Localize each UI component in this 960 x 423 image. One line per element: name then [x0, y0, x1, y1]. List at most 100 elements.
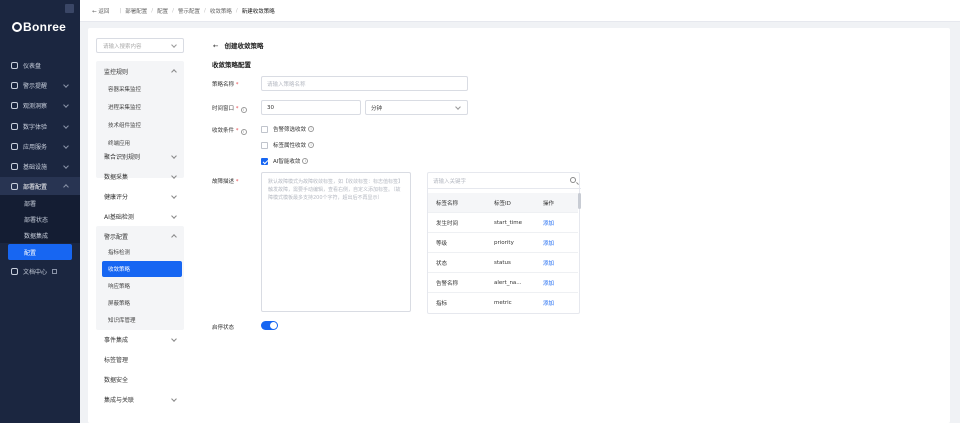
chevron-down-icon [171, 153, 177, 159]
add-tag-link[interactable]: 添加 [543, 299, 554, 307]
help-icon[interactable]: i [240, 129, 247, 135]
menu-subitem-metric-detection[interactable]: 指标检测 [102, 244, 182, 260]
menu-item-event-integration[interactable]: 事件集成 [96, 329, 184, 349]
logo-mark-icon [12, 22, 22, 32]
chevron-up-icon [171, 234, 177, 240]
time-unit-select[interactable]: 分钟 [365, 100, 468, 115]
checkbox-alert-filter[interactable]: 告警筛选收敛 i [261, 125, 315, 133]
menu-item-data-collection[interactable]: 数据采集 [96, 166, 184, 186]
convergence-condition-label: 收敛条件 * i [212, 126, 247, 135]
fault-description-label: 故障描述 * [212, 179, 239, 185]
help-icon[interactable]: i [308, 126, 315, 132]
menu-search-select[interactable]: 请输入搜索内容 [96, 38, 184, 53]
add-tag-link[interactable]: 添加 [543, 239, 554, 247]
menu-item-integration-relation[interactable]: 集成与关联 [96, 389, 184, 409]
chevron-up-icon [171, 69, 177, 75]
sidebar-item-dashboard[interactable]: 仪表盘 [0, 56, 80, 74]
menu-item-alert-config[interactable]: 警示配置 [96, 226, 184, 246]
chevron-down-icon [63, 82, 69, 88]
sidebar-item-infrastructure[interactable]: 基础设施 [0, 157, 80, 175]
table-row: 状态 status 添加 [428, 253, 578, 273]
table-header: 标签名称 标签ID 操作 [428, 193, 578, 213]
chevron-down-icon [63, 123, 69, 129]
checkbox-tag-attribute[interactable]: 标签属性收敛 i [261, 141, 315, 149]
menu-subitem-convergence-policy[interactable]: 收敛策略 [102, 261, 182, 277]
add-tag-link[interactable]: 添加 [543, 219, 554, 227]
tag-search-input[interactable]: 请输入关键字 [428, 173, 581, 189]
fault-description-textarea[interactable]: 默认故障模式为故障收敛标签，如【收敛标签：标志值标签】触发故障，需要手动编辑，查… [261, 172, 411, 312]
chevron-down-icon [171, 173, 177, 179]
server-icon [11, 162, 18, 170]
page-title: ← 创建收敛策略 [213, 42, 264, 50]
menu-item-tag-management[interactable]: 标签管理 [96, 349, 184, 369]
wrench-icon [11, 182, 18, 190]
time-window-input[interactable]: 30 [261, 100, 361, 115]
sidebar-item-alerts[interactable]: 警示提醒 [0, 76, 80, 94]
table-row: 发生时间 start_time 添加 [428, 213, 578, 233]
checkbox-ai-smart[interactable]: AI智能收敛 i [261, 157, 309, 165]
help-icon[interactable]: i [302, 158, 309, 164]
chevron-up-icon [63, 184, 69, 190]
sidebar-item-deploy-config[interactable]: 部署配置 [0, 177, 80, 195]
search-icon[interactable] [570, 177, 576, 183]
breadcrumb-item[interactable]: 部署配置 [125, 7, 147, 15]
sidebar-item-experience[interactable]: 数字体验 [0, 117, 80, 135]
add-tag-link[interactable]: 添加 [543, 259, 554, 267]
table-row: 等级 priority 添加 [428, 233, 578, 253]
chevron-down-icon [63, 102, 69, 108]
menu-subitem-knowledge-base[interactable]: 知识库管理 [102, 312, 182, 328]
menu-item-aggregation-rules[interactable]: 聚合识别规则 [96, 146, 184, 166]
monitor-icon [11, 122, 18, 130]
help-icon[interactable]: i [240, 107, 247, 113]
policy-name-input[interactable]: 请输入策略名称 [261, 76, 468, 91]
breadcrumb-item[interactable]: 配置 [157, 7, 168, 15]
tag-picker: 请输入关键字 标签名称 标签ID 操作 发生时间 start_time 添加 等… [427, 172, 581, 314]
sidebar-item-insight[interactable]: 观测洞察 [0, 96, 80, 114]
breadcrumb-item[interactable]: 收敛策略 [210, 7, 232, 15]
chevron-down-icon [63, 163, 69, 169]
back-link[interactable]: ← 返回 [92, 7, 109, 15]
sidebar-item-app-service[interactable]: 应用服务 [0, 137, 80, 155]
menu-subitem-component-monitor[interactable]: 技术组件监控 [102, 117, 182, 133]
breadcrumb-current: 新建收敛策略 [241, 8, 275, 15]
policy-name-label: 策略名称 * [212, 82, 239, 88]
table-scrollbar[interactable] [578, 193, 581, 209]
bell-icon [11, 81, 18, 89]
menu-subitem-response-policy[interactable]: 响应策略 [102, 278, 182, 294]
menu-subitem-process-monitor[interactable]: 进程采集监控 [102, 99, 182, 115]
enable-status-toggle[interactable] [261, 321, 278, 330]
add-tag-link[interactable]: 添加 [543, 279, 554, 287]
menu-item-health-score[interactable]: 健康评分 [96, 186, 184, 206]
table-row: 告警名称 alert_na... 添加 [428, 273, 578, 293]
section-title: 收敛策略配置 [212, 61, 251, 69]
menu-item-monitor-rules[interactable]: 监控规则 [96, 61, 184, 81]
sidebar-subitem-deploy[interactable]: 部署 [0, 195, 80, 211]
sidebar-item-doc-center[interactable]: 文档中心 [0, 262, 80, 280]
back-arrow-icon[interactable]: ← [213, 42, 218, 50]
document-icon [11, 267, 18, 275]
sidebar-subitem-deploy-status[interactable]: 部署状态 [0, 211, 80, 227]
dashboard-icon [11, 61, 18, 69]
breadcrumb-item[interactable]: 警示配置 [178, 7, 200, 15]
chevron-down-icon [171, 336, 177, 342]
insight-icon [11, 101, 18, 109]
breadcrumb-bar: ← 返回 | 部署配置 / 配置 / 警示配置 / 收敛策略 / 新建收敛策略 [80, 0, 960, 22]
sidebar-subitem-config[interactable]: 配置 [8, 244, 72, 260]
logo: Bonree [12, 20, 66, 34]
menu-item-data-security[interactable]: 数据安全 [96, 369, 184, 389]
checkmark-icon [261, 157, 268, 165]
menu-item-ai-detection[interactable]: AI基础检测 [96, 206, 184, 226]
enable-status-label: 启停状态 [212, 325, 235, 331]
external-link-icon [52, 268, 58, 274]
chevron-down-icon [171, 396, 177, 402]
collapse-sidebar-button[interactable] [65, 4, 74, 13]
table-row: 指标 metric 添加 [436, 299, 555, 307]
help-icon[interactable]: i [308, 142, 315, 148]
chevron-down-icon [171, 193, 177, 199]
menu-subitem-container-monitor[interactable]: 容器采集监控 [102, 81, 182, 97]
config-menu: 请输入搜索内容 监控规则 容器采集监控 进程采集监控 技术组件监控 终端应用 聚… [96, 36, 191, 416]
sidebar-subitem-data-integration[interactable]: 数据集成 [0, 227, 80, 243]
chevron-down-icon [171, 42, 177, 48]
chevron-down-icon [455, 104, 461, 110]
menu-subitem-mask-policy[interactable]: 屏蔽策略 [102, 295, 182, 311]
